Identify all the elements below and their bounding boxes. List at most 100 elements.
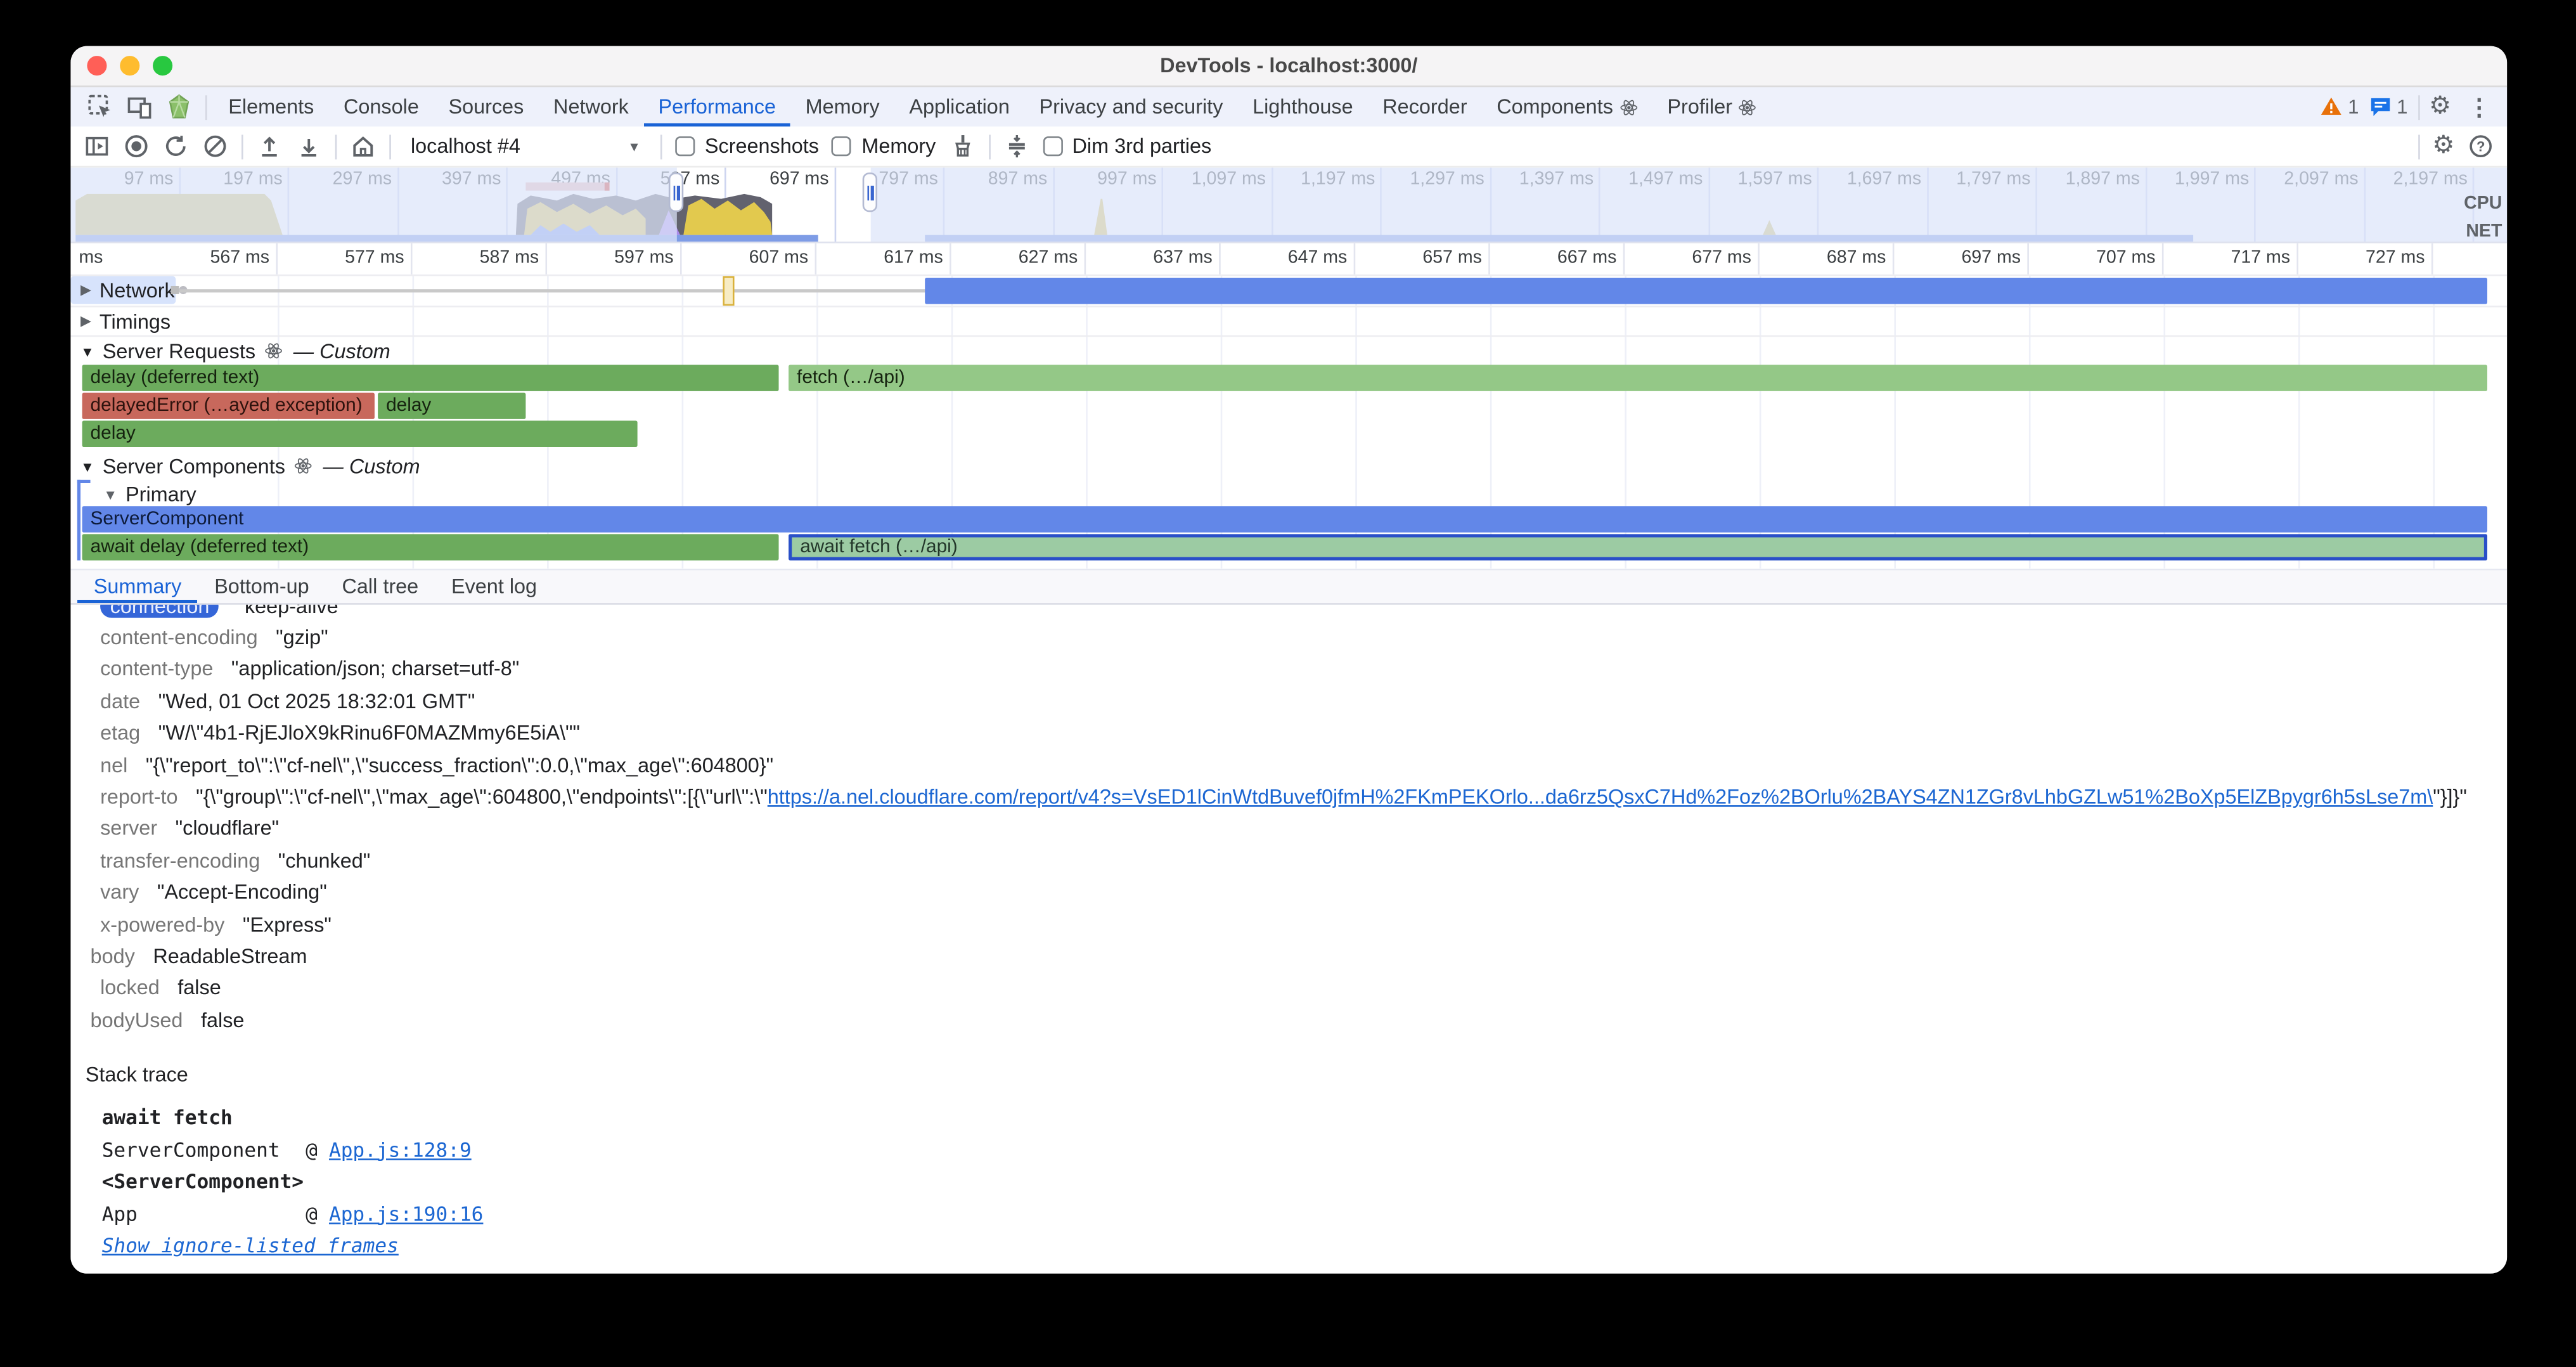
disclosure-triangle-icon[interactable]: ▶: [80, 281, 91, 299]
ruler-tick: 637 ms: [1086, 243, 1221, 275]
report-endpoint-link[interactable]: https://a.nel.cloudflare.com/report/v4?s…: [768, 786, 2433, 808]
value-prefix: "{\"group\":\"cf-nel\",\"max_age\":60480…: [196, 786, 768, 808]
flame-chart[interactable]: ▶ Network ▶ Timings ▼ Server Requests: [70, 276, 2507, 568]
track-header-server-requests[interactable]: ▼ Server Requests — Custom: [70, 337, 400, 365]
clear-icon[interactable]: [202, 133, 228, 159]
screenshots-checkbox[interactable]: Screenshots: [675, 135, 819, 158]
tab-bar-left-icons: [80, 94, 214, 120]
reload-record-icon[interactable]: [163, 133, 189, 159]
tab-elements[interactable]: Elements: [214, 87, 329, 126]
tab-memory[interactable]: Memory: [790, 87, 894, 126]
ruler-tick: 627 ms: [951, 243, 1086, 275]
help-icon[interactable]: ?: [2468, 133, 2494, 159]
details-tab-bottom-up[interactable]: Bottom-up: [198, 570, 325, 603]
collapse-flame-icon[interactable]: [1003, 133, 1029, 159]
divider: [205, 94, 207, 119]
property-value: "Wed, 01 Oct 2025 18:32:01 GMT": [158, 690, 475, 713]
panel-settings-gear-icon[interactable]: ⚙: [2432, 133, 2454, 159]
checkbox-box[interactable]: [832, 136, 852, 156]
flame-bar[interactable]: await fetch (…/api): [789, 534, 2487, 560]
upload-profile-icon[interactable]: [256, 133, 282, 159]
tab-network[interactable]: Network: [539, 87, 643, 126]
network-request-bar[interactable]: [925, 278, 2487, 304]
toggle-panel-icon[interactable]: [84, 133, 110, 159]
summary-pane[interactable]: connection"keep-alive"content-encoding"g…: [70, 605, 2507, 1274]
property-value: "gzip": [276, 626, 328, 649]
download-profile-icon[interactable]: [296, 133, 322, 159]
collect-garbage-icon[interactable]: [949, 133, 975, 159]
kebab-menu-icon[interactable]: ⋮: [2468, 94, 2490, 120]
tab-profiler[interactable]: Profiler: [1652, 87, 1772, 126]
details-tab-call-tree[interactable]: Call tree: [326, 570, 435, 603]
tab-lighthouse[interactable]: Lighthouse: [1238, 87, 1368, 126]
ruler-tick: ms: [70, 243, 143, 275]
flame-bar[interactable]: fetch (…/api): [789, 365, 2487, 391]
timeline-marker[interactable]: [723, 276, 734, 306]
response-properties: connection"keep-alive"content-encoding"g…: [86, 605, 2507, 1036]
warning-icon[interactable]: [2320, 95, 2343, 118]
details-tab-summary[interactable]: Summary: [77, 570, 198, 603]
tab-label: Network: [553, 95, 629, 118]
minimize-window-button[interactable]: [120, 56, 139, 75]
inspect-element-icon[interactable]: [87, 94, 113, 120]
selection-handle-left[interactable]: [669, 172, 683, 212]
zoom-window-button[interactable]: [153, 56, 172, 75]
divider: [335, 134, 337, 159]
track-label: Timings: [100, 310, 171, 333]
flame-bar[interactable]: delayedError (…ayed exception): [82, 392, 375, 418]
overview-shade-right: [871, 167, 2507, 242]
frame-name: ServerComponent: [102, 1138, 306, 1161]
ruler-tick: 617 ms: [816, 243, 951, 275]
device-toolbar-icon[interactable]: [127, 94, 153, 120]
checkbox-box[interactable]: [675, 136, 695, 156]
history-dropdown[interactable]: localhost #4 ▼: [404, 131, 648, 162]
memory-checkbox[interactable]: Memory: [832, 135, 936, 158]
tab-performance[interactable]: Performance: [643, 87, 790, 126]
tab-components[interactable]: Components: [1482, 87, 1652, 126]
tab-application[interactable]: Application: [894, 87, 1024, 126]
warning-count: 1: [2348, 95, 2359, 118]
selection-handle-right[interactable]: [863, 172, 877, 212]
devtools-tab-bar: ElementsConsoleSources Network Performance…: [70, 87, 2507, 126]
track-header-server-components[interactable]: ▼ Server Components — Custom: [70, 452, 430, 480]
details-tab-event-log[interactable]: Event log: [435, 570, 553, 603]
checkbox-box[interactable]: [1043, 136, 1062, 156]
record-icon[interactable]: [123, 133, 149, 159]
tab-privacy-and-security[interactable]: Privacy and security: [1024, 87, 1238, 126]
flame-bar[interactable]: await delay (deferred text): [82, 534, 779, 560]
tab-sources[interactable]: Sources: [434, 87, 539, 126]
disclosure-triangle-icon[interactable]: ▼: [80, 342, 94, 359]
show-ignore-listed-frames-link[interactable]: Show ignore-listed frames: [102, 1234, 399, 1257]
dim-3rd-parties-checkbox[interactable]: Dim 3rd parties: [1043, 135, 1211, 158]
flame-bar[interactable]: delay: [82, 421, 638, 447]
settings-gear-icon[interactable]: ⚙: [2429, 94, 2451, 120]
flame-bar[interactable]: ServerComponent: [82, 506, 2487, 532]
track-header-timings[interactable]: ▶ Timings: [70, 308, 180, 335]
divider: [2418, 134, 2419, 159]
track-header-network[interactable]: ▶ Network: [70, 276, 176, 304]
issues-message-icon[interactable]: [2369, 95, 2392, 118]
tab-console[interactable]: Console: [329, 87, 434, 126]
timeline-overview[interactable]: 97 ms197 ms297 ms397 ms497 ms597 ms697 m…: [70, 167, 2507, 243]
source-location-link[interactable]: App.js:128:9: [329, 1138, 472, 1161]
home-live-metrics-icon[interactable]: [350, 133, 376, 159]
track-label: Network: [100, 278, 175, 301]
primary-group-bracket: [77, 480, 80, 560]
disclosure-triangle-icon[interactable]: ▼: [80, 458, 94, 474]
window-title: DevTools - localhost:3000/: [1160, 55, 1417, 77]
track-header-primary[interactable]: ▼ Primary: [94, 480, 207, 508]
flame-bar[interactable]: delay: [378, 392, 525, 418]
track-label: Primary: [126, 483, 196, 505]
property-row: lockedfalse: [86, 973, 2507, 1004]
property-row: bodyReadableStream: [86, 940, 2507, 972]
property-value: ReadableStream: [153, 945, 307, 968]
tab-recorder[interactable]: Recorder: [1368, 87, 1482, 126]
close-window-button[interactable]: [87, 56, 106, 75]
tab-label: Profiler: [1667, 95, 1732, 118]
disclosure-triangle-icon[interactable]: ▶: [80, 312, 91, 330]
history-dropdown-value: localhost #4: [411, 135, 520, 158]
source-location-link[interactable]: App.js:190:16: [329, 1202, 483, 1225]
disclosure-triangle-icon[interactable]: ▼: [103, 486, 117, 502]
divider: [242, 134, 243, 159]
flame-bar[interactable]: delay (deferred text): [82, 365, 779, 391]
